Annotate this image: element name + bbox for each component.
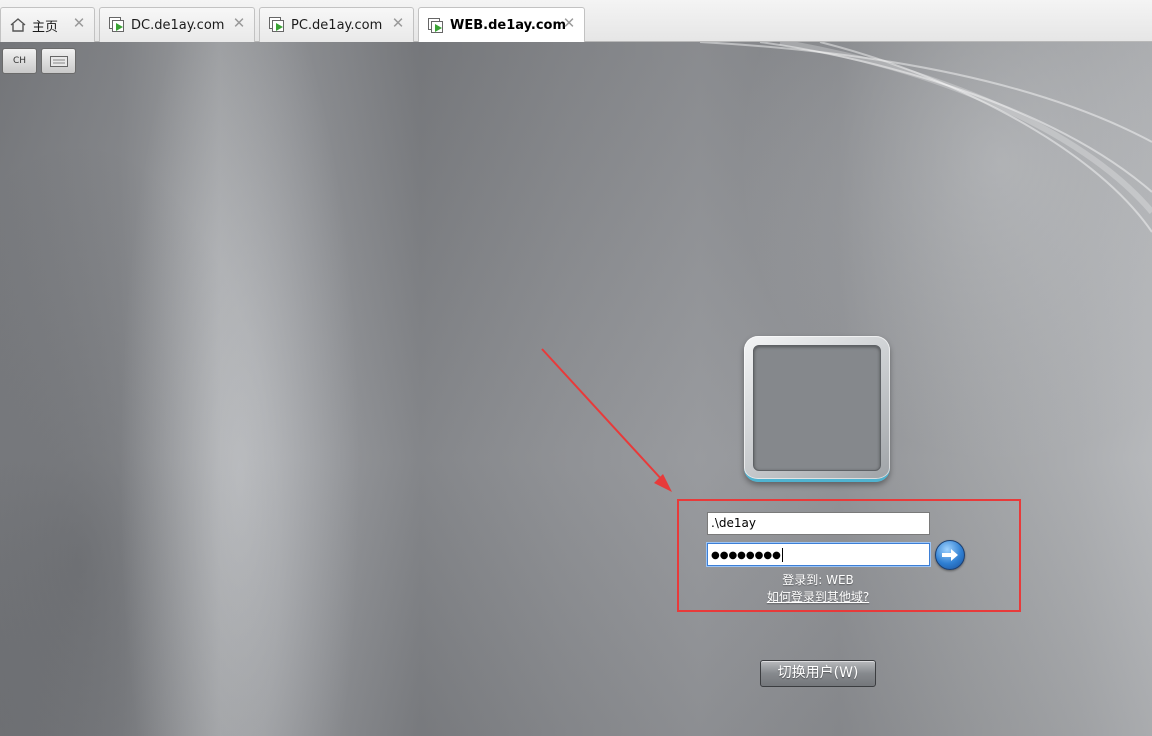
vm-icon [428, 17, 443, 33]
close-icon[interactable]: ✕ [562, 16, 576, 31]
keyboard-button[interactable] [41, 48, 76, 74]
tab-label: PC.de1ay.com [291, 17, 383, 33]
keyboard-icon [49, 56, 68, 67]
tab-label: WEB.de1ay.com [450, 18, 567, 33]
username-value: .\de1ay [711, 516, 756, 530]
switch-user-button[interactable]: 切换用户(W) [760, 660, 876, 687]
close-icon[interactable]: ✕ [232, 16, 246, 31]
tab-dc[interactable]: DC.de1ay.com ✕ [99, 7, 255, 42]
language-button[interactable]: CH [2, 48, 37, 74]
arrow-right-icon [942, 549, 958, 561]
username-field[interactable]: .\de1ay [707, 512, 930, 535]
submit-button[interactable] [935, 540, 965, 570]
other-domain-link[interactable]: 如何登录到其他域? [700, 588, 936, 605]
close-icon[interactable]: ✕ [72, 16, 86, 31]
tab-label: 主页 [32, 19, 59, 35]
logon-screen: CH [0, 42, 1152, 736]
background-swirl [699, 42, 1152, 233]
text-caret [781, 547, 783, 562]
tab-web[interactable]: WEB.de1ay.com ✕ [418, 7, 585, 43]
user-avatar-frame [744, 336, 890, 482]
vm-icon [109, 17, 124, 32]
tab-home[interactable]: 主页 ✕ [0, 7, 95, 42]
logon-to-label: 登录到: WEB [782, 573, 854, 587]
password-mask: ●●●●●●●● [711, 550, 781, 561]
language-label: CH [12, 56, 27, 66]
password-field[interactable]: ●●●●●●●● [707, 543, 930, 566]
tab-label: DC.de1ay.com [131, 17, 225, 33]
tab-bar: 主页 ✕ DC.de1ay.com ✕ PC.de1ay.com ✕ WEB.d… [0, 0, 1152, 43]
home-icon [10, 18, 26, 32]
close-icon[interactable]: ✕ [391, 16, 405, 31]
avatar [753, 345, 881, 471]
vm-icon [269, 17, 284, 32]
tab-pc[interactable]: PC.de1ay.com ✕ [259, 7, 414, 42]
